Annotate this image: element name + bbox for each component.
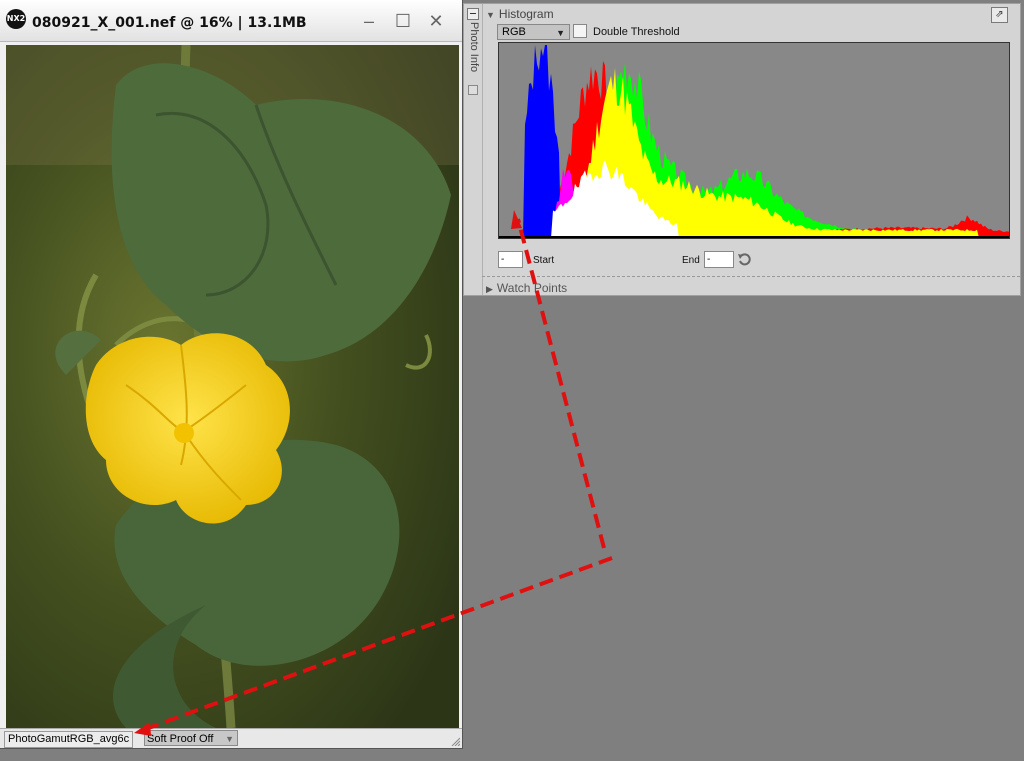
photo-info-tab[interactable]: Photo Info [466, 22, 480, 82]
channel-value: RGB [502, 26, 526, 38]
maximize-button[interactable]: ☐ [392, 10, 414, 32]
triangle-down-icon: ▼ [486, 10, 495, 20]
histogram-title: Histogram [498, 7, 554, 21]
title-bar[interactable]: NX2 080921_X_001.nef @ 16% | 13.1MB – ☐ … [0, 0, 462, 42]
collapse-icon[interactable] [467, 8, 479, 20]
start-input[interactable]: - [498, 251, 523, 268]
popout-icon[interactable]: ⇗ [991, 7, 1008, 23]
image-window: NX2 080921_X_001.nef @ 16% | 13.1MB – ☐ … [0, 0, 463, 749]
status-bar: PhotoGamutRGB_avg6c Soft Proof Off ▼ [0, 728, 462, 748]
reset-icon[interactable] [737, 252, 751, 266]
histogram-section-header[interactable]: ▼ Histogram [486, 7, 554, 21]
photo-canvas[interactable] [6, 45, 459, 728]
chevron-down-icon: ▼ [556, 28, 565, 38]
end-label: End [682, 255, 700, 266]
palette-options-icon[interactable] [468, 85, 478, 95]
palette-side-strip: Photo Info [464, 4, 483, 295]
double-threshold-label: Double Threshold [593, 26, 680, 38]
channel-dropdown[interactable]: RGB ▼ [497, 24, 570, 40]
triangle-right-icon: ▶ [486, 284, 493, 294]
nx2-logo-icon: NX2 [6, 9, 26, 29]
resize-grip-icon[interactable] [450, 736, 460, 746]
histogram-palette: Photo Info ▼ Histogram ⇗ RGB ▼ Double Thr… [463, 3, 1021, 296]
minimize-button[interactable]: – [358, 10, 380, 32]
soft-proof-value: Soft Proof Off [147, 733, 214, 745]
window-title: 080921_X_001.nef @ 16% | 13.1MB [32, 15, 307, 31]
section-divider [482, 276, 1020, 277]
soft-proof-dropdown[interactable]: Soft Proof Off ▼ [144, 730, 238, 746]
histogram-display[interactable] [498, 42, 1010, 239]
chevron-down-icon: ▼ [225, 734, 234, 744]
start-label: Start [533, 255, 555, 266]
histogram-graph [499, 45, 1009, 238]
color-profile-label: PhotoGamutRGB_avg6c [4, 731, 134, 748]
close-button[interactable]: ✕ [425, 10, 447, 32]
watch-points-section-header[interactable]: ▶ Watch Points [486, 281, 567, 295]
end-input[interactable]: - [704, 251, 734, 268]
double-threshold-checkbox[interactable] [573, 24, 587, 38]
flower-photo [6, 45, 459, 728]
watch-points-title: Watch Points [496, 281, 568, 295]
